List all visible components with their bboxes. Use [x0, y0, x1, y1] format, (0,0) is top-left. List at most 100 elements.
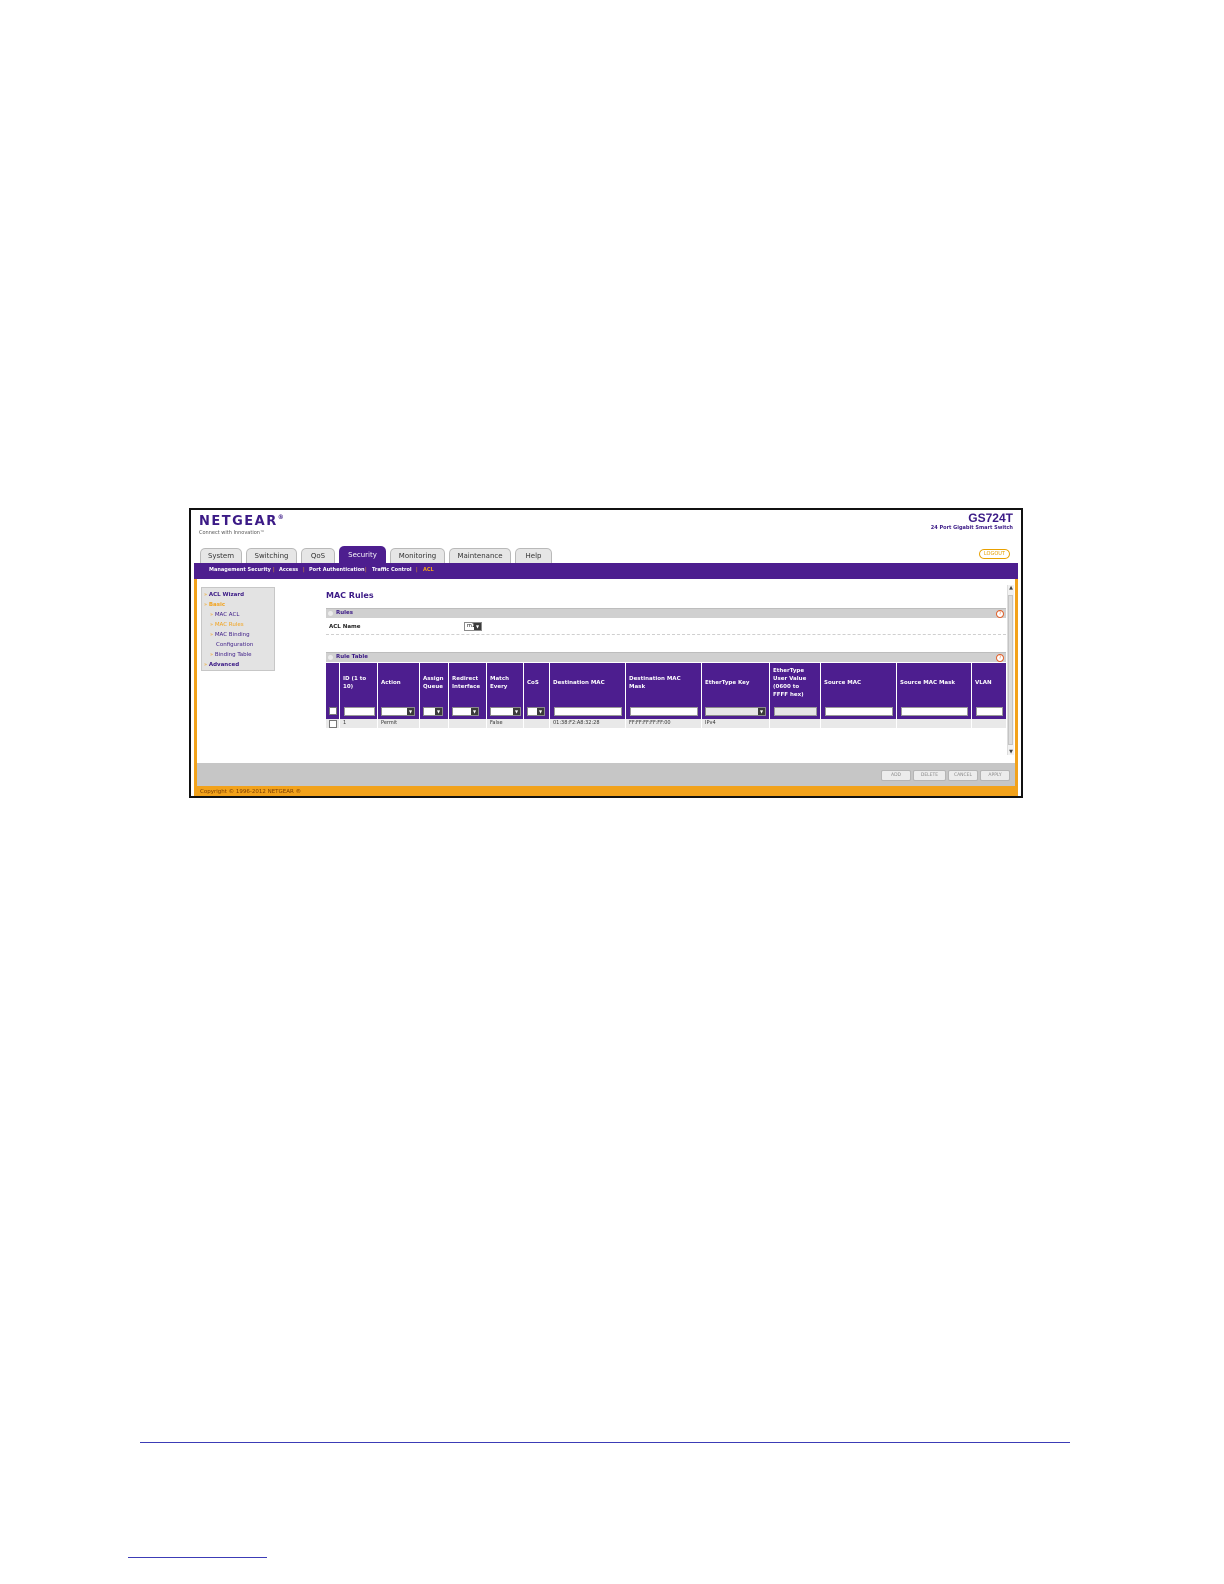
subnav-port-authentication[interactable]: Port Authentication — [309, 567, 365, 573]
left-menu: » ACL Wizard » Basic » MAC ACL » MAC Rul… — [201, 587, 275, 671]
match-every-select[interactable]: ▼ — [490, 707, 521, 716]
table-cell-action: Permit — [378, 719, 420, 728]
input-cell: ▼ — [449, 703, 487, 719]
table-cell-cos — [524, 719, 550, 728]
table-cell-source-mac-mask — [897, 719, 972, 728]
input-cell: ▼ — [420, 703, 449, 719]
input-cell — [897, 703, 972, 719]
apply-button[interactable]: APPLY — [980, 770, 1010, 781]
acl-name-select[interactable]: m1 ▼ — [464, 622, 482, 631]
subnav-traffic-control[interactable]: Traffic Control — [372, 567, 412, 573]
table-cell-destination-mac-mask: FF:FF:FF:FF:FF:00 — [626, 719, 702, 728]
copyright-bar: Copyright © 1996-2012 NETGEAR ® — [194, 786, 1018, 796]
help-icon[interactable]: ? — [996, 610, 1004, 618]
table-cell-ethertype-user-value — [770, 719, 821, 728]
page-title: MAC Rules — [326, 591, 374, 600]
column-header-ethertype-key: EtherType Key — [702, 663, 770, 703]
column-header-action: Action — [378, 663, 420, 703]
section-collapse-icon[interactable] — [328, 655, 333, 660]
screenshot-frame: NETGEAR® Connect with Innovation™ GS724T… — [189, 508, 1023, 798]
rule-table-section-header: Rule Table ? — [326, 652, 1006, 662]
tab-qos[interactable]: QoS — [301, 548, 335, 563]
page-divider — [140, 1442, 1070, 1443]
tab-help[interactable]: Help — [515, 548, 552, 563]
ethertype-key-select[interactable]: ▼ — [705, 707, 766, 716]
chevron-down-icon: ▼ — [471, 708, 478, 715]
cancel-button[interactable]: CANCEL — [948, 770, 978, 781]
chevron-down-icon: ▼ — [474, 623, 481, 630]
tab-security[interactable]: Security — [339, 546, 386, 563]
input-cell: ▼ — [524, 703, 550, 719]
input-cell — [326, 703, 340, 719]
model-description: 24 Port Gigabit Smart Switch — [930, 525, 1013, 531]
input-cell — [550, 703, 626, 719]
tab-maintenance[interactable]: Maintenance — [449, 548, 511, 563]
chevron-down-icon: ▼ — [758, 708, 765, 715]
source-mac-mask-input[interactable] — [901, 707, 968, 716]
netgear-logo: NETGEAR® Connect with Innovation™ — [199, 514, 285, 536]
button-bar: ADD DELETE CANCEL APPLY — [194, 763, 1018, 786]
copyright-text: Copyright © 1996-2012 NETGEAR ® — [200, 789, 302, 795]
tab-switching[interactable]: Switching — [246, 548, 297, 563]
section-collapse-icon[interactable] — [328, 611, 333, 616]
destination-mac-mask-input[interactable] — [630, 707, 698, 716]
scroll-down-icon[interactable]: ▼ — [1008, 749, 1014, 755]
menu-mac-acl[interactable]: » MAC ACL — [210, 612, 239, 618]
logout-button[interactable]: LOGOUT — [978, 549, 1010, 559]
subnav-access[interactable]: Access — [279, 567, 298, 573]
input-cell — [340, 703, 378, 719]
input-cell — [972, 703, 1006, 719]
cos-select[interactable]: ▼ — [527, 707, 545, 716]
menu-mac-binding[interactable]: » MAC Binding — [210, 632, 250, 638]
vertical-scrollbar[interactable]: ▲ ▼ — [1007, 585, 1014, 755]
vlan-input[interactable] — [976, 707, 1003, 716]
model-name: GS724T — [968, 511, 1013, 525]
subnav-separator: | — [303, 567, 305, 573]
help-icon[interactable]: ? — [996, 654, 1004, 662]
input-cell: ▼ — [702, 703, 770, 719]
menu-mac-rules[interactable]: » MAC Rules — [210, 622, 244, 628]
brand-name: NETGEAR — [199, 514, 278, 529]
add-button[interactable]: ADD — [881, 770, 911, 781]
table-cell-redirect-interface — [449, 719, 487, 728]
rules-section-label: Rules — [336, 610, 354, 616]
delete-button[interactable]: DELETE — [913, 770, 946, 781]
column-header-destination-mac-mask: Destination MAC Mask — [626, 663, 702, 703]
menu-binding-table[interactable]: » Binding Table — [210, 652, 252, 658]
destination-mac-input[interactable] — [554, 707, 622, 716]
subnav-separator: | — [416, 567, 418, 573]
column-header-source-mac-mask: Source MAC Mask — [897, 663, 972, 703]
table-cell-match-every: False — [487, 719, 524, 728]
footer-link-underline — [128, 1557, 267, 1558]
subnav-management-security[interactable]: Management Security — [209, 567, 271, 573]
id-input[interactable] — [344, 707, 375, 716]
ethertype-user-value-input[interactable] — [774, 707, 817, 716]
input-cell — [821, 703, 897, 719]
column-header-id: ID (1 to 10) — [340, 663, 378, 703]
menu-advanced[interactable]: » Advanced — [204, 662, 239, 668]
redirect-interface-select[interactable]: ▼ — [452, 707, 479, 716]
source-mac-input[interactable] — [825, 707, 893, 716]
table-cell-assign-queue — [420, 719, 449, 728]
select-all-checkbox[interactable] — [329, 707, 337, 715]
column-header-cos: CoS — [524, 663, 550, 703]
tab-system[interactable]: System — [200, 548, 242, 563]
scroll-up-icon[interactable]: ▲ — [1008, 585, 1014, 591]
row-checkbox[interactable] — [329, 720, 337, 728]
assign-queue-select[interactable]: ▼ — [423, 707, 443, 716]
column-header-ethertype-user-value: EtherType User Value (0600 to FFFF hex) — [770, 663, 821, 703]
tab-monitoring[interactable]: Monitoring — [390, 548, 445, 563]
subnav-acl[interactable]: ACL — [423, 567, 434, 573]
acl-name-row: ACL Name m1 ▼ — [326, 620, 1006, 635]
menu-mac-binding-line2[interactable]: Configuration — [216, 642, 253, 648]
subnav-separator: | — [365, 567, 367, 573]
menu-basic[interactable]: » Basic — [204, 602, 225, 608]
table-cell-ethertype-key: IPv4 — [702, 719, 770, 728]
input-cell: ▼ — [378, 703, 420, 719]
scroll-thumb[interactable] — [1008, 595, 1013, 745]
input-cell — [770, 703, 821, 719]
model-info: GS724T 24 Port Gigabit Smart Switch — [931, 511, 1013, 531]
menu-acl-wizard[interactable]: » ACL Wizard — [204, 592, 244, 598]
action-select[interactable]: ▼ — [381, 707, 415, 716]
table-row-select — [326, 719, 340, 728]
